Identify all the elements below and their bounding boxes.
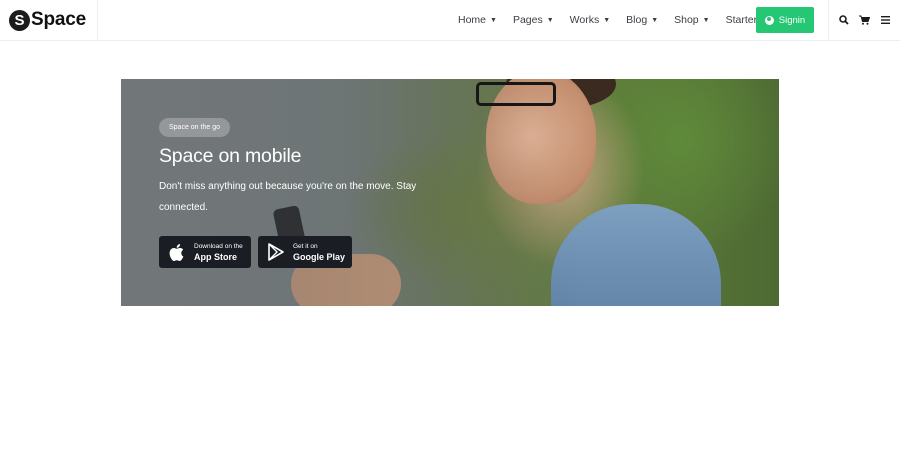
- app-store-text: Download on the App Store: [194, 242, 243, 263]
- brand-logo[interactable]: S Space: [0, 0, 98, 40]
- google-play-label: Google Play: [293, 251, 346, 262]
- mobile-app-hero: Space on the go Space on mobile Don't mi…: [121, 79, 779, 306]
- nav-item-label: Blog: [626, 14, 648, 26]
- header-tools: [828, 0, 900, 40]
- nav-item-label: Works: [569, 14, 600, 26]
- nav-item-pages[interactable]: Pages ▼: [513, 14, 554, 26]
- chevron-down-icon: ▼: [702, 16, 710, 24]
- nav-item-starter[interactable]: Starter: [726, 14, 758, 26]
- app-store-label: App Store: [194, 251, 238, 262]
- nav-item-label: Home: [458, 14, 487, 26]
- google-play-text: Get it on Google Play: [293, 242, 345, 263]
- chevron-down-icon: ▼: [490, 16, 497, 24]
- nav-item-label: Pages: [512, 14, 543, 26]
- brand-name: Space: [31, 9, 86, 30]
- user-icon: [764, 15, 774, 25]
- chevron-down-icon: ▼: [651, 16, 659, 24]
- hero-description: Don't miss anything out because you're o…: [159, 181, 417, 213]
- cart-icon[interactable]: [858, 13, 872, 27]
- nav-item-home[interactable]: Home ▼: [458, 14, 497, 26]
- google-play-icon: [267, 243, 284, 261]
- apple-icon: [168, 243, 185, 261]
- logo-mark: S: [9, 9, 30, 31]
- nav-item-label: Starter: [725, 14, 758, 26]
- hero-title: Space on mobile: [159, 145, 302, 167]
- nav-item-works[interactable]: Works ▼: [570, 14, 611, 26]
- google-play-small-label: Get it on: [293, 242, 318, 250]
- menu-icon[interactable]: [879, 13, 893, 27]
- app-store-button[interactable]: Download on the App Store: [159, 236, 251, 268]
- signin-label: Signin: [778, 14, 806, 26]
- hero-badge: Space on the go: [159, 118, 230, 137]
- search-icon[interactable]: [837, 13, 851, 27]
- nav-item-label: Shop: [674, 14, 699, 26]
- nav-item-shop[interactable]: Shop ▼: [674, 14, 709, 26]
- site-header: S Space Home ▼ Pages ▼ Works ▼ Blog ▼ Sh…: [0, 0, 900, 41]
- chevron-down-icon: ▼: [603, 16, 611, 24]
- app-store-small-label: Download on the: [194, 242, 243, 250]
- signin-button[interactable]: Signin: [756, 7, 814, 33]
- main-nav: Home ▼ Pages ▼ Works ▼ Blog ▼ Shop ▼ Sta…: [458, 0, 757, 40]
- chevron-down-icon: ▼: [546, 16, 554, 24]
- nav-item-blog[interactable]: Blog ▼: [626, 14, 658, 26]
- google-play-button[interactable]: Get it on Google Play: [258, 236, 352, 268]
